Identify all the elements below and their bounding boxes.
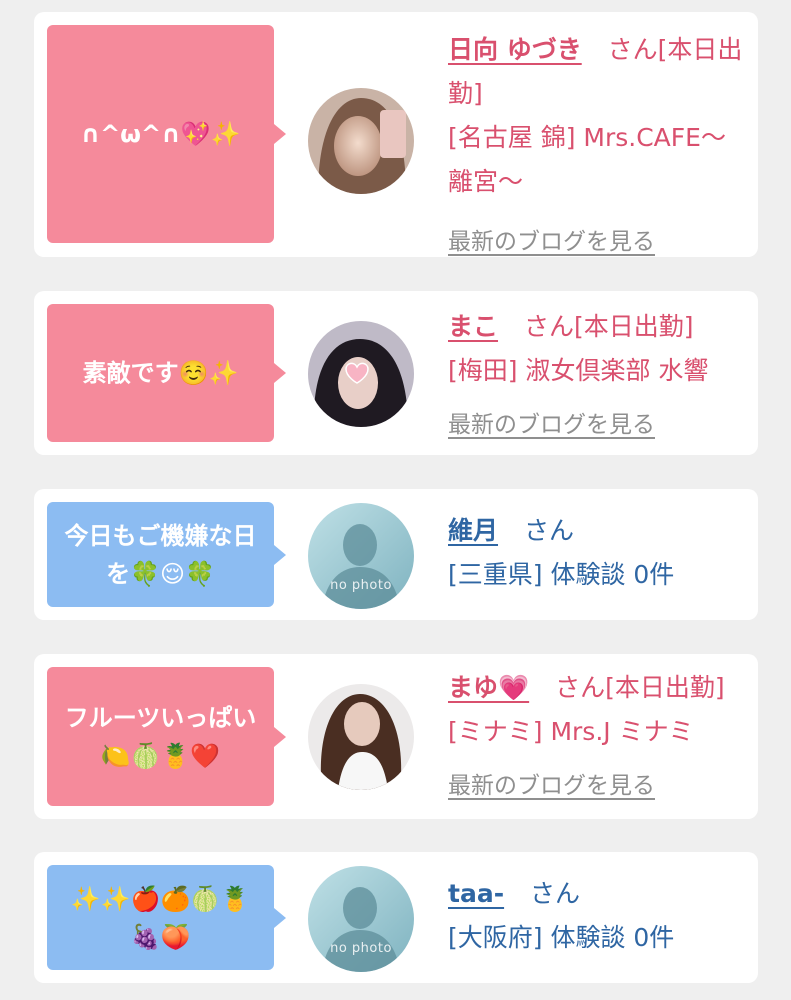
entry-info: まこ さん[本日出勤] [梅田] 淑女倶楽部 水響 最新のブログを見る bbox=[448, 305, 744, 447]
girl-name-link[interactable]: 維月 bbox=[448, 516, 498, 545]
girl-name-link[interactable]: まゆ💗 bbox=[448, 673, 529, 702]
shop-label: [大阪府] 体験談 0件 bbox=[448, 923, 675, 952]
name-suffix: さん[本日出勤] bbox=[523, 312, 694, 341]
review-card: ∩^ω^∩💖✨ 日向 ゆづき さん[本日出勤] [名古屋 錦] Mrs.CAFE… bbox=[34, 12, 758, 257]
no-photo-label: no photo bbox=[330, 941, 392, 956]
latest-blog-link[interactable]: 最新のブログを見る bbox=[448, 764, 655, 808]
comment-text: ∩^ω^∩💖✨ bbox=[80, 120, 241, 148]
avatar[interactable]: no photo bbox=[308, 866, 414, 972]
comment-bubble: 今日もご機嫌な日を🍀😌🍀 bbox=[47, 502, 286, 607]
avatar-photo bbox=[308, 684, 414, 790]
entry-info: taa- さん [大阪府] 体験談 0件 bbox=[448, 872, 744, 960]
comment-text: ✨✨🍎🍊🍈🍍🍇🍑 bbox=[70, 884, 251, 951]
name-suffix: さん bbox=[530, 879, 581, 908]
comment-bubble: フルーツいっぱい🍋🍈🍍❤️ bbox=[47, 667, 286, 806]
entry-info: 維月 さん [三重県] 体験談 0件 bbox=[448, 509, 744, 597]
no-photo-label: no photo bbox=[330, 578, 392, 593]
avatar-photo bbox=[308, 88, 414, 194]
avatar[interactable] bbox=[308, 321, 414, 427]
shop-label: [梅田] 淑女倶楽部 水響 bbox=[448, 356, 709, 385]
no-photo-icon bbox=[308, 866, 414, 972]
no-photo-icon bbox=[308, 503, 414, 609]
girl-name-link[interactable]: taa- bbox=[448, 879, 504, 908]
avatar-photo bbox=[308, 321, 414, 427]
comment-bubble: 素敵です☺️✨ bbox=[47, 304, 286, 442]
latest-blog-link[interactable]: 最新のブログを見る bbox=[448, 220, 655, 264]
avatar[interactable]: no photo bbox=[308, 503, 414, 609]
review-card: 今日もご機嫌な日を🍀😌🍀 no photo 維月 さん [三重県] 体験談 0件 bbox=[34, 489, 758, 620]
shop-label: [ミナミ] Mrs.J ミナミ bbox=[448, 717, 694, 746]
girl-name-link[interactable]: 日向 ゆづき bbox=[448, 35, 582, 64]
latest-blog-link[interactable]: 最新のブログを見る bbox=[448, 403, 655, 447]
review-card: フルーツいっぱい🍋🍈🍍❤️ まゆ💗 さん[本日出勤] [ミナミ] Mrs.J ミ… bbox=[34, 654, 758, 819]
comment-bubble: ∩^ω^∩💖✨ bbox=[47, 25, 286, 243]
name-suffix: さん bbox=[523, 516, 574, 545]
shop-label: [名古屋 錦] Mrs.CAFE〜離宮〜 bbox=[448, 123, 726, 196]
girl-name-link[interactable]: まこ bbox=[448, 312, 498, 341]
entry-info: まゆ💗 さん[本日出勤] [ミナミ] Mrs.J ミナミ 最新のブログを見る bbox=[448, 666, 744, 808]
name-suffix: さん[本日出勤] bbox=[555, 673, 725, 702]
shop-label: [三重県] 体験談 0件 bbox=[448, 560, 675, 589]
avatar[interactable] bbox=[308, 88, 414, 194]
comment-bubble: ✨✨🍎🍊🍈🍍🍇🍑 bbox=[47, 865, 286, 970]
comment-text: フルーツいっぱい🍋🍈🍍❤️ bbox=[64, 703, 257, 770]
avatar[interactable] bbox=[308, 684, 414, 790]
review-card: ✨✨🍎🍊🍈🍍🍇🍑 no photo taa- さん [大阪府] 体験談 0件 bbox=[34, 852, 758, 983]
comment-text: 今日もご機嫌な日を🍀😌🍀 bbox=[64, 521, 257, 588]
review-card: 素敵です☺️✨ まこ さん[本日出勤] [梅田] 淑女倶楽部 水響 最新のブログ… bbox=[34, 291, 758, 455]
comment-text: 素敵です☺️✨ bbox=[82, 359, 239, 387]
entry-info: 日向 ゆづき さん[本日出勤] [名古屋 錦] Mrs.CAFE〜離宮〜 最新の… bbox=[448, 28, 744, 264]
